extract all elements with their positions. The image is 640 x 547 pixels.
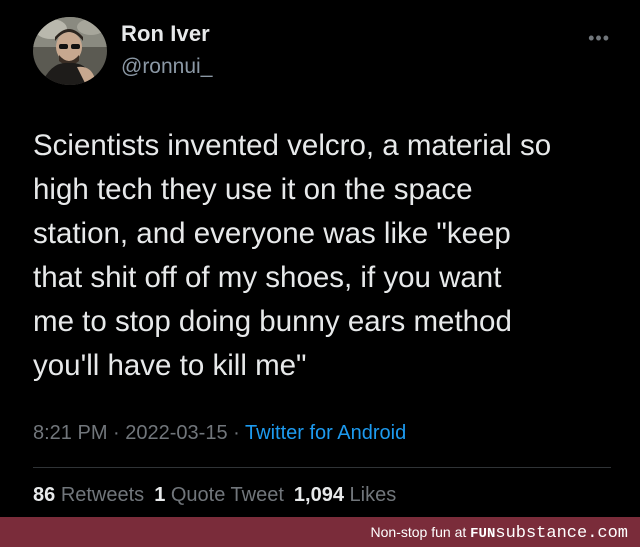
watermark-text: Non-stop fun at FUNsubstance.com: [371, 524, 628, 543]
tweet-date[interactable]: 2022-03-15: [125, 422, 227, 444]
retweets-count: 86: [33, 484, 56, 506]
likes-stat[interactable]: 1,094 Likes: [294, 484, 396, 506]
watermark-tagline: Non-stop fun at: [370, 524, 467, 540]
watermark-brand-substance: substance.com: [495, 524, 628, 543]
retweets-stat[interactable]: 86 Retweets: [33, 484, 144, 506]
tweet-stats: 86 Retweets 1 Quote Tweet 1,094 Likes: [33, 484, 396, 507]
watermark-bar: Non-stop fun at FUNsubstance.com: [0, 517, 640, 547]
quote-tweets-stat[interactable]: 1 Quote Tweet: [154, 484, 284, 506]
likes-count: 1,094: [293, 484, 344, 506]
meta-separator: ·: [113, 422, 120, 444]
user-handle[interactable]: @ronnui_: [121, 55, 212, 79]
avatar[interactable]: [33, 17, 107, 85]
tweet-time[interactable]: 8:21 PM: [33, 422, 107, 444]
tweet-source-link[interactable]: Twitter for Android: [245, 422, 406, 444]
meta-separator: ·: [233, 422, 240, 444]
quote-tweets-label: Quote Tweet: [170, 484, 284, 506]
display-name[interactable]: Ron Iver: [121, 21, 210, 47]
more-options-icon[interactable]: •••: [588, 28, 610, 49]
likes-label: Likes: [349, 484, 397, 506]
user-avatar-photo-icon: [33, 17, 107, 85]
quote-tweets-count: 1: [154, 484, 166, 506]
tweet-meta: 8:21 PM · 2022-03-15 · Twitter for Andro…: [33, 422, 406, 445]
divider: [33, 467, 611, 468]
tweet-text: Scientists invented velcro, a material s…: [33, 129, 552, 382]
retweets-label: Retweets: [60, 484, 145, 506]
watermark-brand-fun: FUN: [470, 526, 496, 542]
